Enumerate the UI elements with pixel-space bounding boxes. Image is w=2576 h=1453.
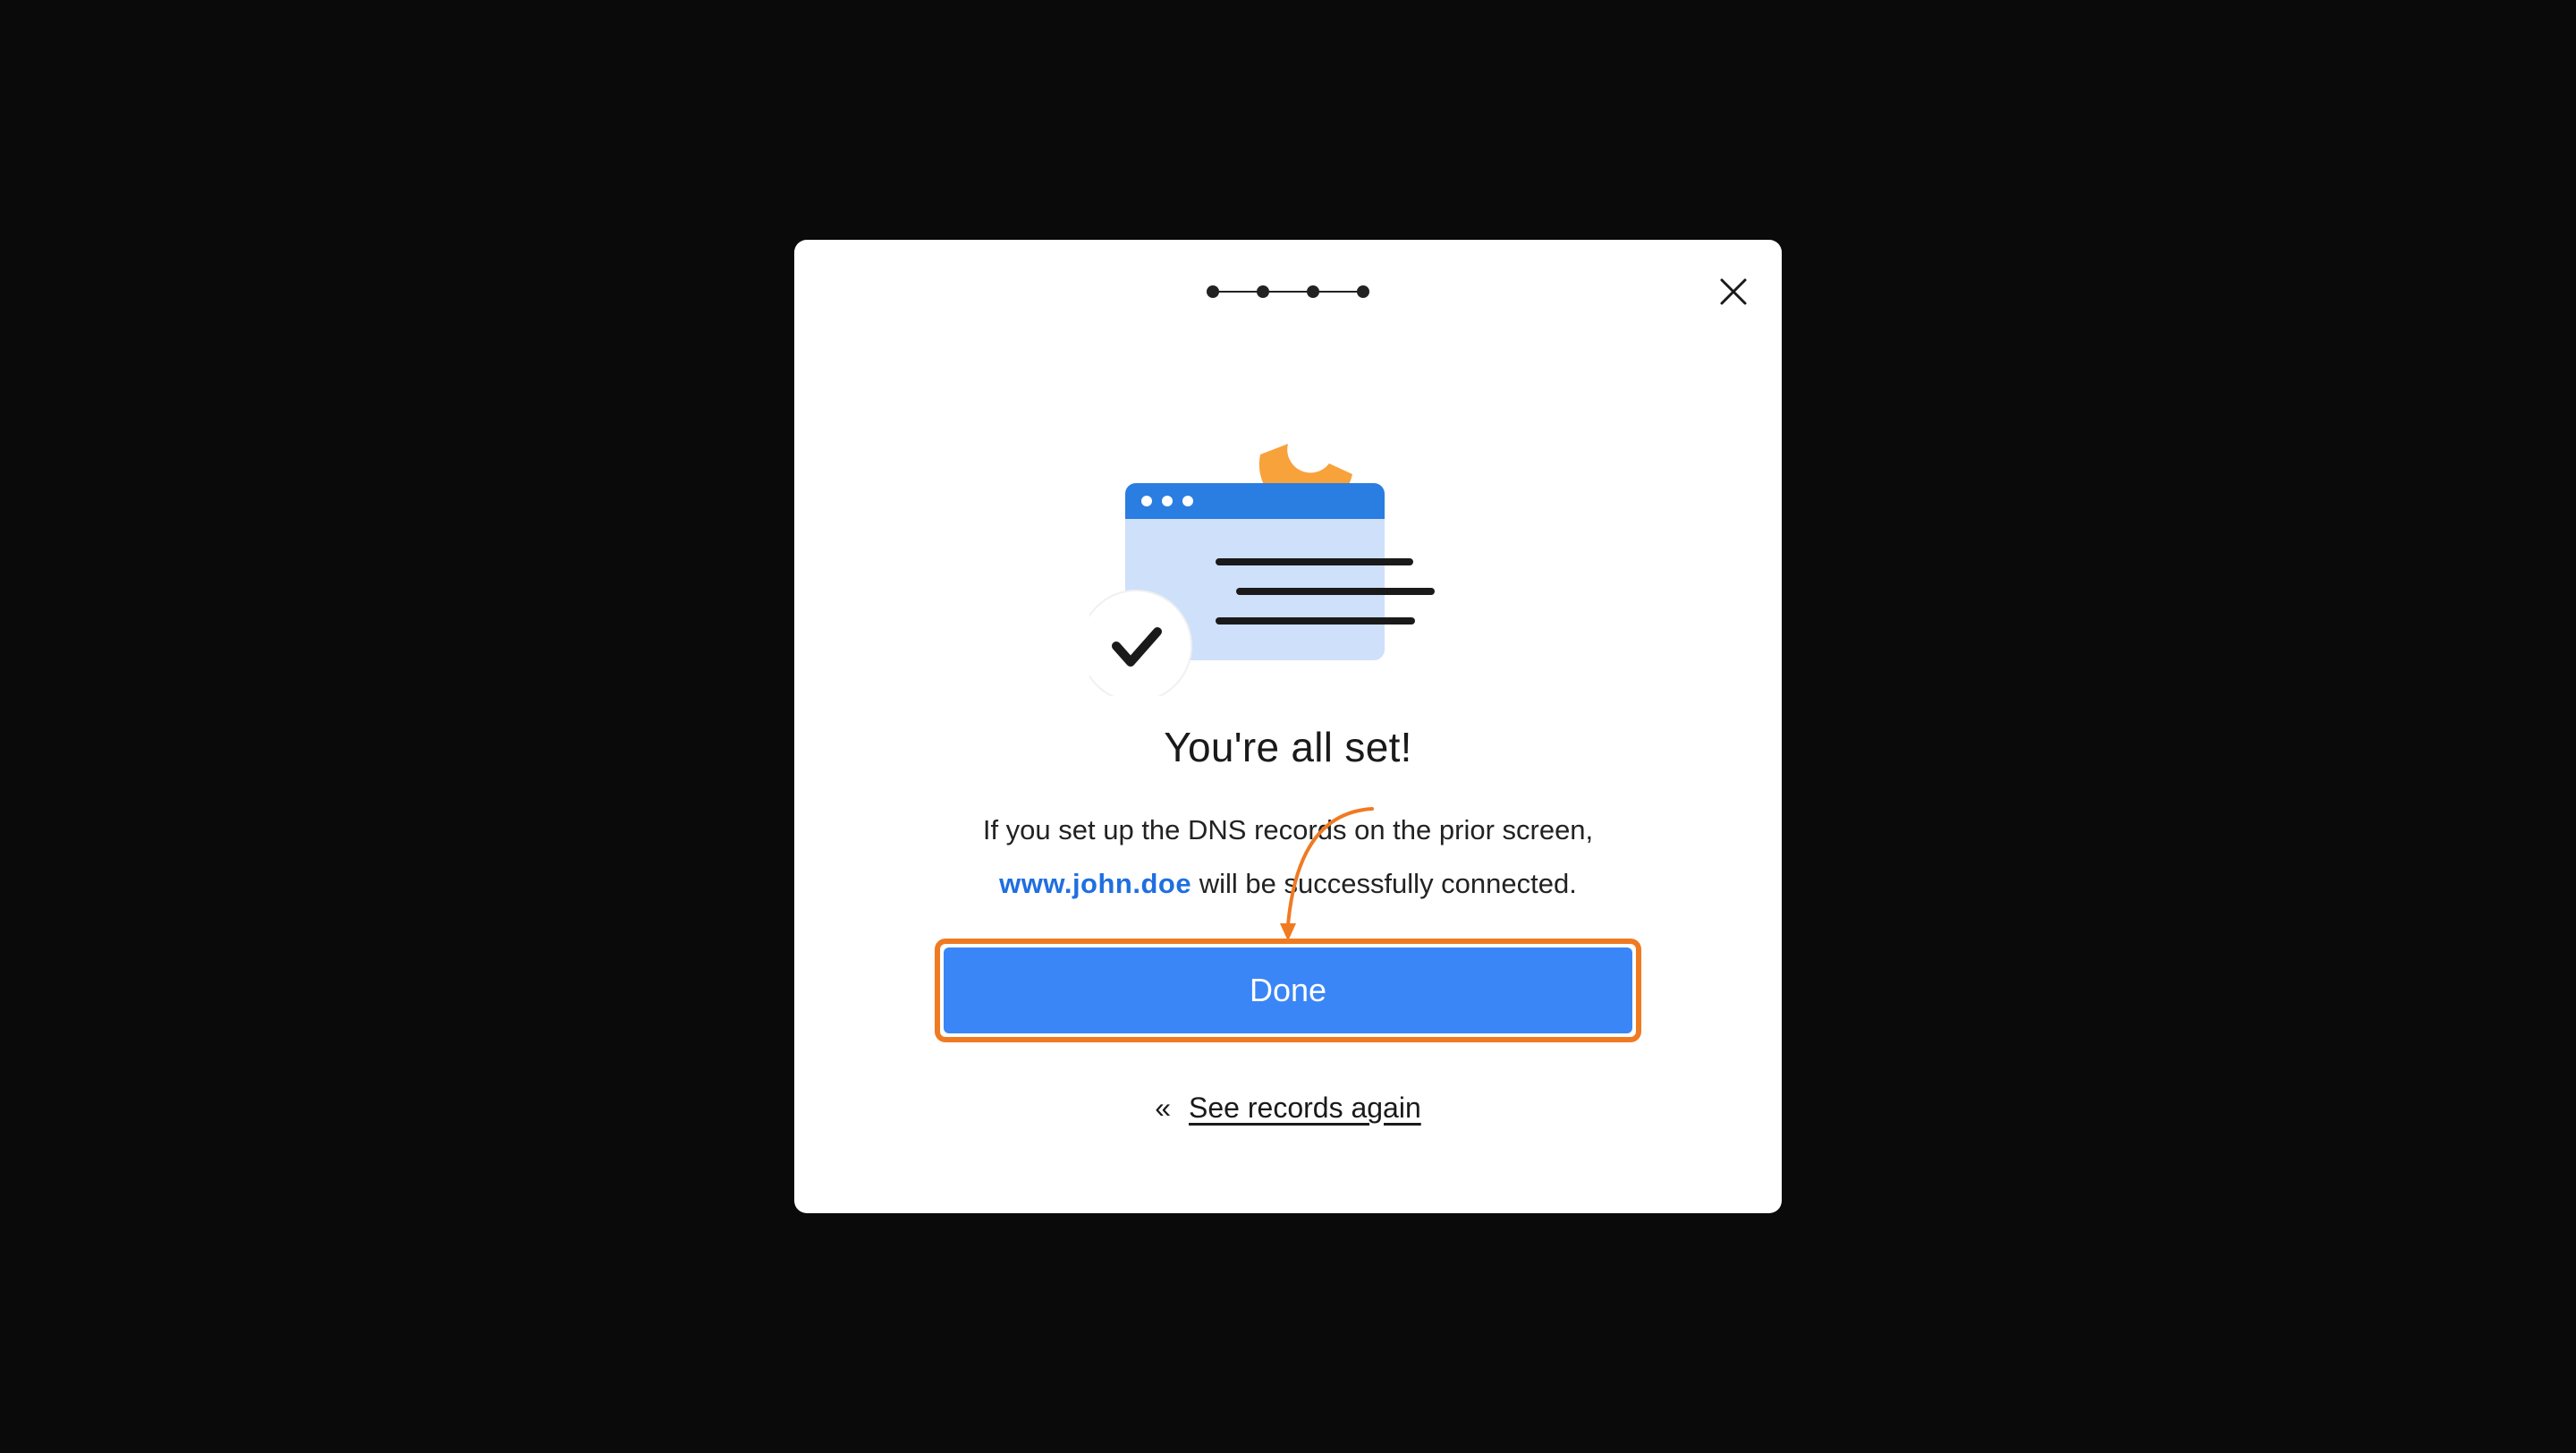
description-line-2: www.john.doe will be successfully connec… xyxy=(794,857,1782,911)
close-icon xyxy=(1720,278,1747,305)
dialog-description: If you set up the DNS records on the pri… xyxy=(794,803,1782,911)
done-button[interactable]: Done xyxy=(944,947,1632,1033)
description-line-2-rest: will be successfully connected. xyxy=(1191,868,1577,899)
success-dialog: You're all set! If you set up the DNS re… xyxy=(794,240,1782,1213)
step-dot xyxy=(1357,285,1369,298)
double-chevron-left-icon: « xyxy=(1155,1092,1172,1124)
domain-name: www.john.doe xyxy=(999,868,1192,899)
dialog-title: You're all set! xyxy=(1164,724,1412,770)
step-dot xyxy=(1257,285,1269,298)
success-illustration xyxy=(1080,428,1483,702)
see-records-again-label: See records again xyxy=(1189,1092,1421,1124)
step-progress-indicator xyxy=(1206,283,1370,301)
step-dot xyxy=(1207,285,1219,298)
see-records-again-link[interactable]: « See records again xyxy=(794,1092,1782,1125)
description-line-1: If you set up the DNS records on the pri… xyxy=(982,814,1594,845)
close-button[interactable] xyxy=(1714,272,1753,311)
done-button-highlight: Done xyxy=(935,939,1641,1042)
step-dot xyxy=(1307,285,1319,298)
